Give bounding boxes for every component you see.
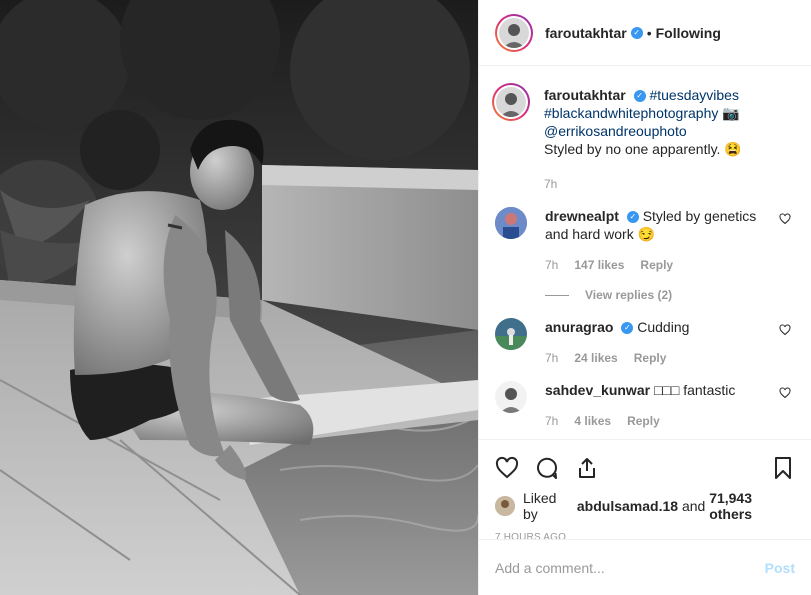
heart-icon[interactable] [495,456,519,480]
view-replies-button[interactable]: View replies (2) [545,286,773,304]
photo-illustration [0,0,478,595]
comment-username[interactable]: drewnealpt [545,208,619,224]
reply-button[interactable]: Reply [634,349,667,367]
comment-time[interactable]: 7h [545,256,558,274]
reply-button[interactable]: Reply [640,256,673,274]
verified-badge-icon: ✓ [626,211,639,224]
replies-divider [545,294,569,296]
commenter-avatar[interactable] [495,318,527,350]
caption: faroutakhtar ✓ #tuesdayvibes #blackandwh… [492,83,795,193]
post-side-panel: faroutakhtar ✓ • Following faroutakhtar … [478,0,811,595]
comment-likes[interactable]: 4 likes [574,412,611,430]
comment-text: □□□ fantastic [653,382,736,398]
actions-area: Liked by abdulsamad.18 and 71,943 others… [479,439,811,543]
liker-avatar[interactable] [495,496,515,516]
action-bar [495,448,795,488]
hashtag-link[interactable]: #tuesdayvibes [649,87,739,103]
comment-item: anuragrao ✓ Cudding 7h 24 likes Reply [495,318,795,367]
post-container: faroutakhtar ✓ • Following faroutakhtar … [0,0,811,595]
comment-time[interactable]: 7h [545,412,558,430]
post-photo[interactable] [0,0,478,595]
commenter-avatar[interactable] [495,207,527,239]
post-header: faroutakhtar ✓ • Following [479,0,811,66]
bookmark-icon[interactable] [771,456,795,480]
add-comment-bar: Post [479,539,811,595]
comment-text: Cudding [637,319,690,335]
mention-link[interactable]: @errikosandreouphoto [544,123,687,139]
liked-by-and: and [681,498,706,514]
caption-text: Styled by no one apparently. 😫 [544,141,742,157]
likes-count[interactable]: 71,943 others [709,490,795,522]
caption-username[interactable]: faroutakhtar [544,87,626,103]
separator-dot: • [646,24,652,41]
comment-input[interactable] [495,559,765,576]
comment-likes[interactable]: 147 likes [574,256,624,274]
comment-like-heart-icon[interactable] [779,387,791,399]
caption-time[interactable]: 7h [544,175,557,193]
comments-list[interactable]: faroutakhtar ✓ #tuesdayvibes #blackandwh… [479,66,811,439]
verified-badge-icon: ✓ [633,90,646,103]
liked-by: Liked by abdulsamad.18 and 71,943 others [495,490,795,522]
liker-username[interactable]: abdulsamad.18 [577,498,678,514]
camera-icon: 📷 [722,105,740,121]
hashtag-link[interactable]: #blackandwhitephotography [544,105,718,121]
comment-username[interactable]: anuragrao [545,319,613,335]
comment-item: drewnealpt ✓ Styled by genetics and hard… [495,207,795,304]
view-replies-label: View replies (2) [585,288,673,302]
comment-item: sahdev_kunwar □□□ fantastic 7h 4 likes R… [495,381,795,430]
comment-time[interactable]: 7h [545,349,558,367]
following-button[interactable]: Following [656,25,721,41]
verified-badge-icon: ✓ [621,322,634,335]
share-icon[interactable] [575,456,599,480]
comment-username[interactable]: sahdev_kunwar [545,382,650,398]
comment-icon[interactable] [535,456,559,480]
comment-like-heart-icon[interactable] [779,324,791,336]
reply-button[interactable]: Reply [627,412,660,430]
liked-by-prefix: Liked by [523,490,557,522]
commenter-avatar[interactable] [495,381,527,413]
author-avatar[interactable] [495,13,533,52]
caption-avatar[interactable] [492,83,530,121]
author-username[interactable]: faroutakhtar [545,25,627,41]
post-comment-button[interactable]: Post [765,560,795,576]
verified-badge-icon: ✓ [630,26,643,39]
comment-likes[interactable]: 24 likes [574,349,617,367]
comment-like-heart-icon[interactable] [779,213,791,225]
